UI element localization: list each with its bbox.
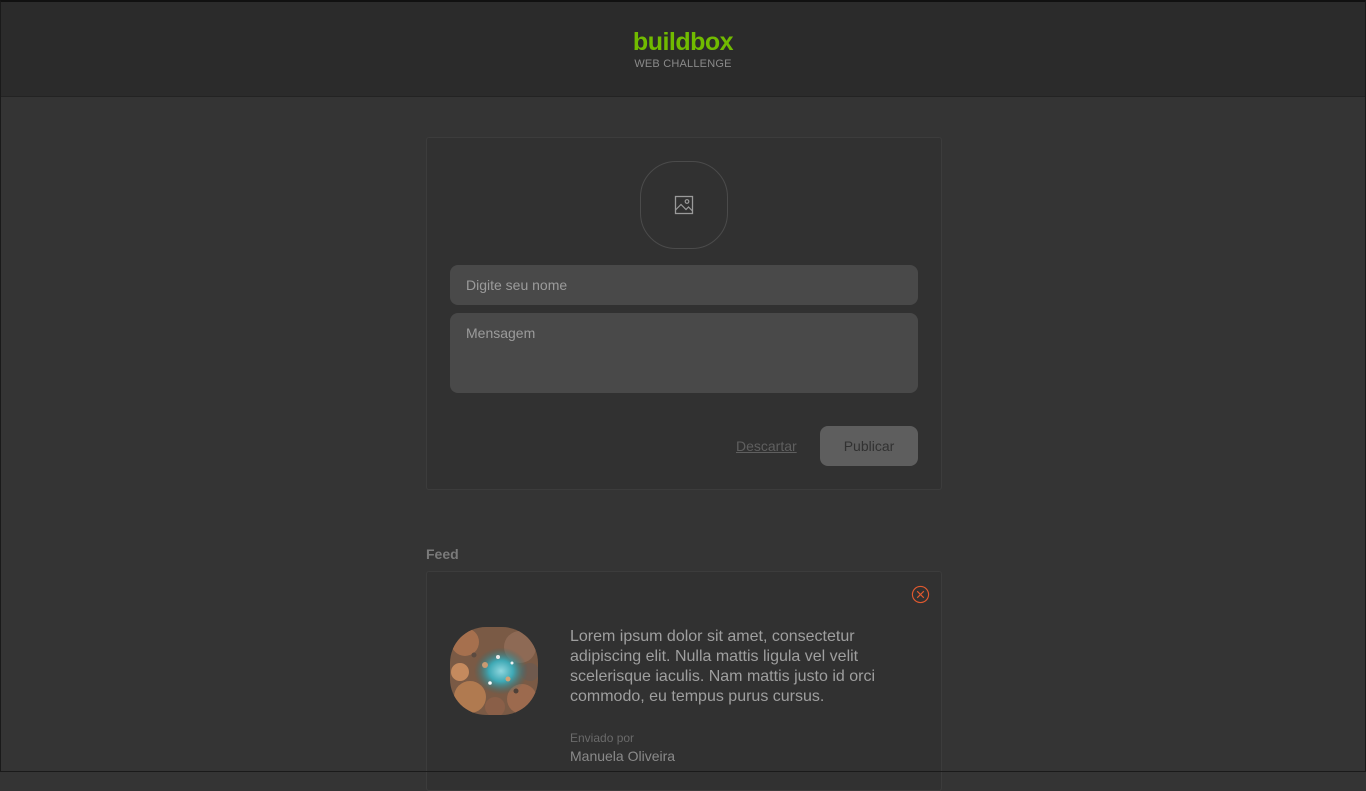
image-upload-button[interactable]	[640, 161, 728, 249]
sent-by-label: Enviado por	[570, 731, 635, 745]
message-input[interactable]	[450, 313, 918, 393]
post-message: Lorem ipsum dolor sit amet, consectetur …	[570, 628, 875, 705]
close-circle-icon[interactable]	[911, 585, 930, 604]
app-header: buildbox WEB CHALLENGE	[0, 0, 1366, 97]
post-composer: Descartar Publicar	[426, 137, 942, 490]
logo: buildbox	[632, 27, 734, 56]
feed-post: Lorem ipsum dolor sit amet, consectetur …	[426, 571, 942, 791]
image-icon	[674, 195, 694, 215]
post-author: Manuela Oliveira	[570, 748, 676, 764]
name-input[interactable]	[450, 265, 918, 305]
discard-button[interactable]: Descartar	[736, 438, 797, 454]
logo-subtitle: WEB CHALLENGE	[634, 57, 732, 70]
feed-title: Feed	[426, 546, 459, 562]
publish-button[interactable]: Publicar	[820, 426, 918, 466]
post-image	[450, 627, 538, 715]
